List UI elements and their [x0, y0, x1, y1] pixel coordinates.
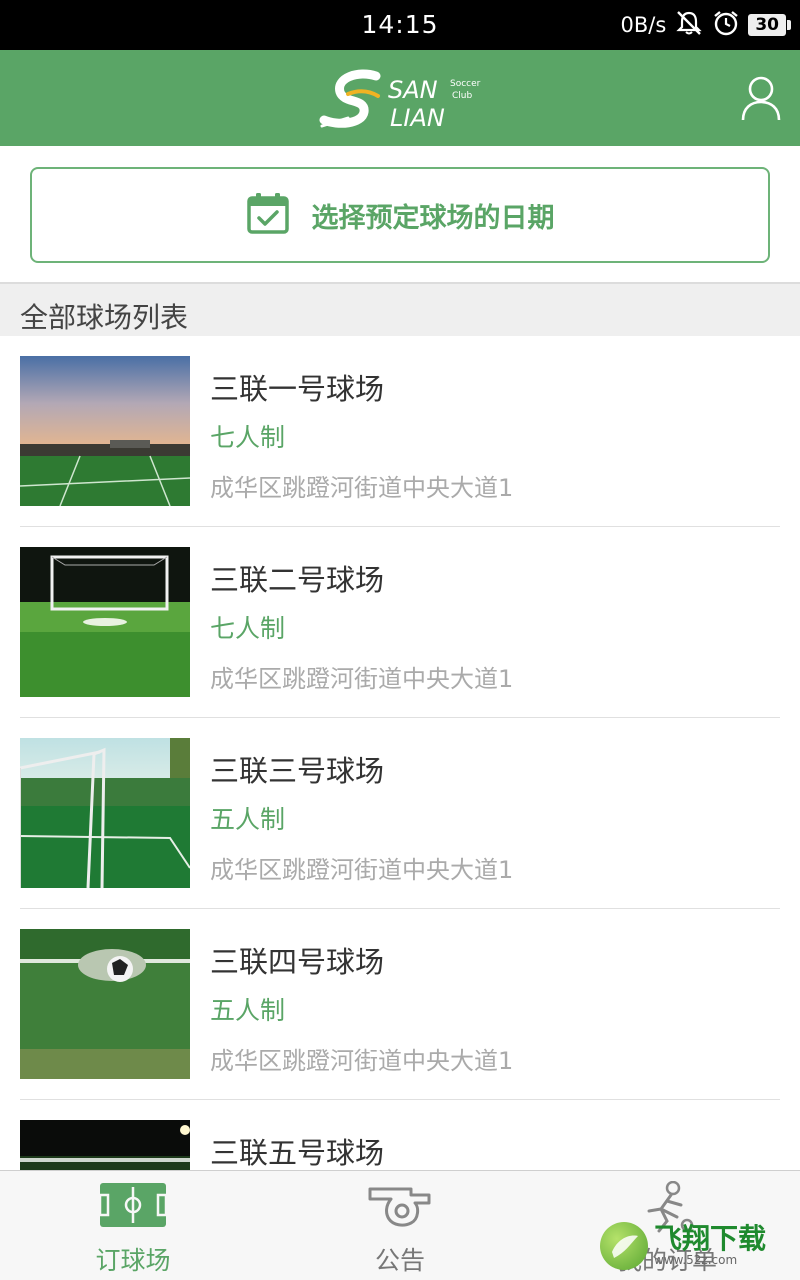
calendar-check-icon	[246, 191, 290, 239]
list-item[interactable]: 三联三号球场 五人制 成华区跳蹬河街道中央大道1	[0, 718, 800, 909]
soccer-field-icon	[98, 1181, 168, 1233]
field-thumbnail	[20, 547, 190, 697]
club-logo[interactable]: SAN LIAN Soccer Club	[318, 68, 488, 132]
tab-label: 公告	[374, 1246, 425, 1275]
app-bar: SAN LIAN Soccer Club	[0, 50, 800, 146]
list-item[interactable]: 三联二号球场 七人制 成华区跳蹬河街道中央大道1	[0, 527, 800, 718]
logo-text-san: SAN	[388, 76, 438, 104]
field-list[interactable]: 三联一号球场 七人制 成华区跳蹬河街道中央大道1 三联二号球场 七人制 成华区跳…	[0, 336, 800, 1170]
field-type: 七人制	[210, 614, 286, 643]
site-watermark: 飞翔下载 www.52z.com	[600, 1218, 792, 1274]
field-name: 三联五号球场	[210, 1136, 385, 1170]
tab-announcements[interactable]: 公告	[267, 1171, 533, 1280]
network-speed: 0B/s	[620, 13, 667, 37]
section-header: 全部球场列表	[0, 284, 800, 336]
alarm-icon	[712, 9, 740, 42]
field-address: 成华区跳蹬河街道中央大道1	[210, 474, 514, 502]
field-address: 成华区跳蹬河街道中央大道1	[210, 1047, 514, 1075]
field-thumbnail	[20, 356, 190, 506]
watermark-text: 飞翔下载	[654, 1222, 767, 1255]
bell-mute-icon	[674, 10, 704, 41]
section-title: 全部球场列表	[20, 301, 189, 334]
status-icons: 0B/s 30	[620, 9, 791, 42]
watermark-url: www.52z.com	[654, 1253, 738, 1267]
whistle-icon	[367, 1181, 433, 1233]
field-thumbnail	[20, 929, 190, 1079]
user-icon[interactable]	[740, 74, 782, 122]
tab-label: 订球场	[95, 1246, 171, 1275]
list-item[interactable]: 三联一号球场 七人制 成华区跳蹬河街道中央大道1	[0, 336, 800, 527]
field-type: 五人制	[210, 805, 286, 834]
logo-text-lian: LIAN	[390, 104, 445, 132]
tab-book-field[interactable]: 订球场	[0, 1171, 266, 1280]
field-thumbnail	[20, 1120, 190, 1170]
logo-text-club: Club	[452, 91, 472, 101]
field-name: 三联三号球场	[210, 754, 385, 788]
field-name: 三联四号球场	[210, 945, 385, 979]
battery-level: 30	[748, 14, 791, 36]
field-thumbnail	[20, 738, 190, 888]
field-address: 成华区跳蹬河街道中央大道1	[210, 665, 514, 693]
select-date-button[interactable]: 选择预定球场的日期	[30, 167, 770, 263]
field-type: 七人制	[210, 423, 286, 452]
logo-text-soccer: Soccer	[450, 79, 481, 89]
status-bar: 14:15 0B/s 30	[0, 0, 800, 50]
field-type: 五人制	[210, 996, 286, 1025]
field-address: 成华区跳蹬河街道中央大道1	[210, 856, 514, 884]
watermark-logo-icon	[600, 1222, 648, 1270]
list-item[interactable]: 三联四号球场 五人制 成华区跳蹬河街道中央大道1	[0, 909, 800, 1100]
list-item[interactable]: 三联五号球场	[0, 1100, 800, 1170]
field-name: 三联一号球场	[210, 372, 385, 406]
select-date-label: 选择预定球场的日期	[311, 202, 555, 234]
field-name: 三联二号球场	[210, 563, 385, 597]
